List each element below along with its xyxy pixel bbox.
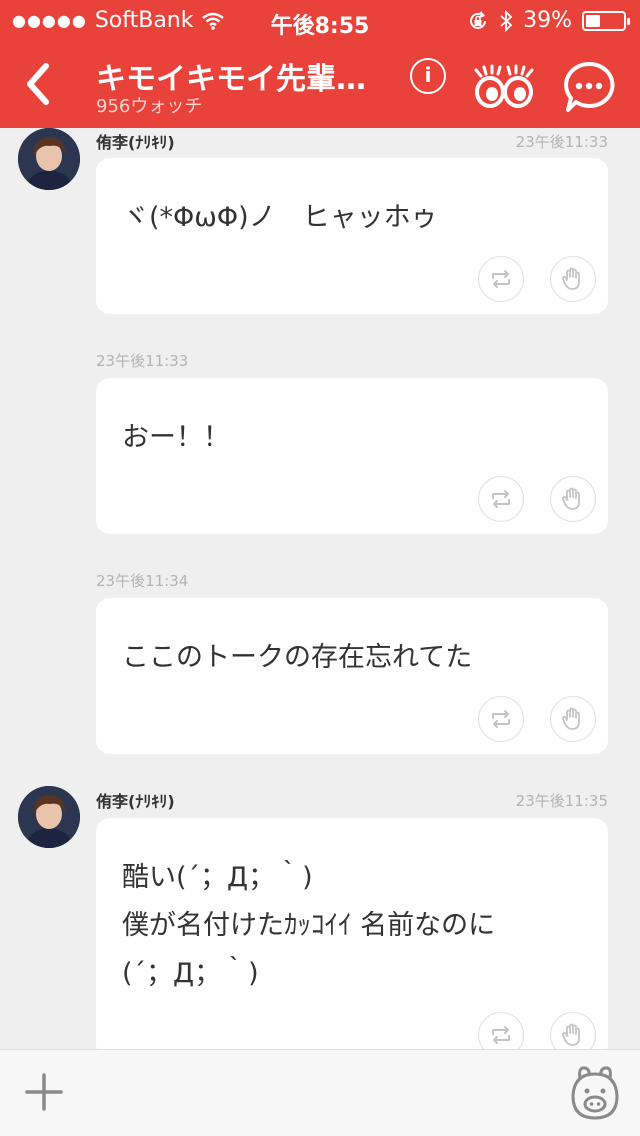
message-timestamp: 23午後11:33 xyxy=(515,133,608,151)
message-author[interactable]: 侑李(ﾅﾘｷﾘ) xyxy=(96,129,175,153)
message-text: ヾ(*ΦωΦ)ノ ヒャッホゥ xyxy=(122,202,438,233)
plus-icon xyxy=(25,1073,63,1111)
battery-fill xyxy=(586,14,601,27)
repost-icon xyxy=(492,490,510,508)
message-timestamp: 23午後11:35 xyxy=(515,792,608,810)
nav-bar: キモイキモイ先輩… 956ウォッチ i xyxy=(0,40,640,128)
message-bubble[interactable]: ここのトークの存在忘れてた xyxy=(96,598,608,754)
like-hand-icon xyxy=(562,267,580,290)
repost-icon xyxy=(492,710,510,728)
message-text: ここのトークの存在忘れてた xyxy=(122,642,473,673)
info-icon: i xyxy=(424,63,432,87)
like-button[interactable] xyxy=(550,696,596,742)
back-icon xyxy=(27,63,49,105)
repost-button[interactable] xyxy=(478,476,524,522)
message-text: おー！！ xyxy=(122,422,230,453)
message-bubble[interactable]: ヾ(*ΦωΦ)ノ ヒャッホゥ xyxy=(96,158,608,314)
bottom-toolbar xyxy=(0,1049,640,1136)
stamp-button[interactable] xyxy=(568,1064,622,1122)
like-button[interactable] xyxy=(550,256,596,302)
chat-menu-button[interactable] xyxy=(562,60,616,114)
watch-button[interactable] xyxy=(472,60,536,110)
repost-button[interactable] xyxy=(478,256,524,302)
like-button[interactable] xyxy=(550,476,596,522)
add-button[interactable] xyxy=(24,1072,64,1112)
like-hand-icon xyxy=(562,707,580,730)
like-button[interactable] xyxy=(550,1012,596,1049)
like-hand-icon xyxy=(562,487,580,510)
message-bubble[interactable]: おー！！ xyxy=(96,378,608,534)
repost-icon xyxy=(492,1026,510,1044)
watch-eyes-icon xyxy=(474,64,534,108)
repost-button[interactable] xyxy=(478,1012,524,1049)
message-author[interactable]: 侑李(ﾅﾘｷﾘ) xyxy=(96,788,175,812)
message-timeline[interactable]: 侑李(ﾅﾘｷﾘ) 23午後11:33 ヾ(*ΦωΦ)ノ ヒャッホゥ 23午後11… xyxy=(0,128,640,1049)
lock-rotation-icon xyxy=(470,10,487,29)
like-hand-icon xyxy=(562,1023,580,1046)
status-bar: ●●●●● SoftBank 午後8:55 39% xyxy=(0,0,640,40)
watch-count: 956ウォッチ xyxy=(96,96,203,117)
chat-menu-icon xyxy=(564,61,615,112)
info-button[interactable]: i xyxy=(410,58,446,94)
message-timestamp: 23午後11:34 xyxy=(96,572,189,590)
stamp-icon xyxy=(571,1066,619,1120)
bluetooth-icon xyxy=(500,9,513,32)
message-bubble[interactable]: 酷い(´；Д；｀) 僕が名付けたｶｯｺｲｲ 名前なのに (´；Д；｀) xyxy=(96,818,608,1049)
repost-icon xyxy=(492,270,510,288)
message-timestamp: 23午後11:33 xyxy=(96,352,189,370)
battery-percent: 39% xyxy=(523,8,572,33)
repost-button[interactable] xyxy=(478,696,524,742)
back-button[interactable] xyxy=(18,60,62,108)
message-text: 酷い(´；Д；｀) 僕が名付けたｶｯｺｲｲ 名前なのに (´；Д；｀) xyxy=(122,862,496,989)
avatar[interactable] xyxy=(18,786,80,848)
avatar[interactable] xyxy=(18,128,80,190)
battery-icon xyxy=(582,10,630,31)
